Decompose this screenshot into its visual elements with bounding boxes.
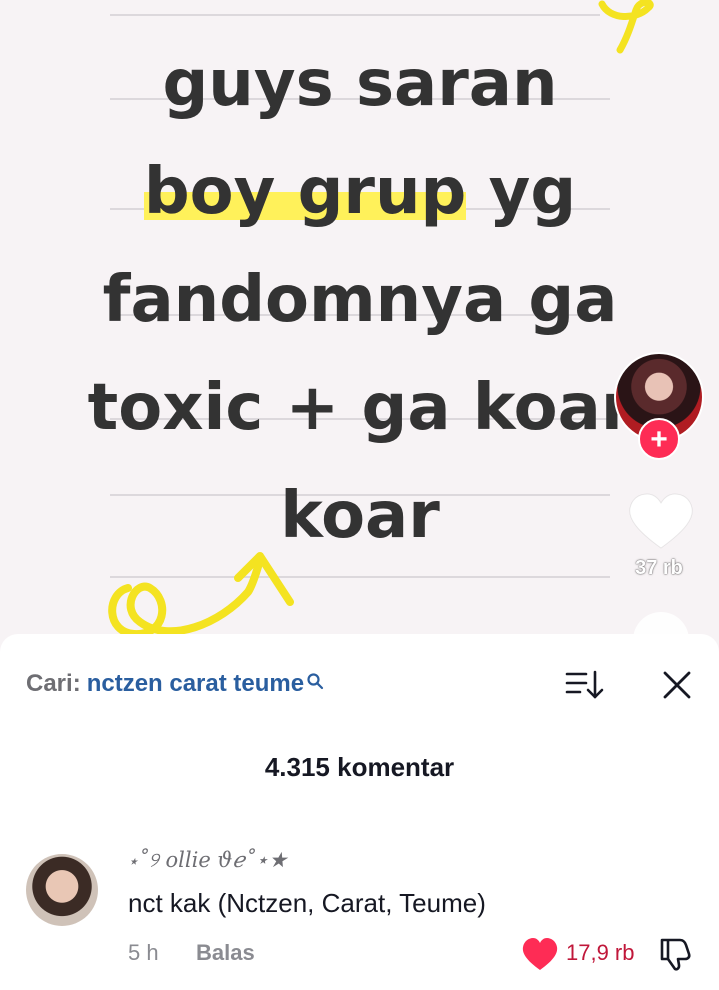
- comment-like-count: 17,9 rb: [566, 940, 635, 965]
- caption-line: boy grup yg: [60, 138, 660, 246]
- caption-line: guys saran: [162, 47, 558, 121]
- caption-highlight: boy grup: [143, 155, 467, 229]
- comment-like-heart-icon[interactable]: [520, 936, 560, 972]
- comments-sheet: Cari: nctzen carat teume 4.315 komentar ⋆…: [0, 634, 719, 990]
- like-count: 37 rb: [635, 557, 683, 579]
- comment-time: 5 h: [128, 940, 159, 965]
- commenter-username[interactable]: ⋆˚୨ ollie ϑℯ˚⋆★: [128, 848, 287, 873]
- caption-line: koar: [280, 479, 440, 553]
- search-prefix: Cari:: [26, 670, 81, 697]
- comment-text: nct kak (Nctzen, Carat, Teume): [128, 888, 486, 918]
- follow-button[interactable]: +: [638, 418, 680, 460]
- ruled-line: [110, 14, 600, 16]
- caption-line: toxic + ga koar: [87, 371, 633, 445]
- caption-text: yg: [466, 155, 577, 229]
- video-player[interactable]: guys saran boy grup yg fandomnya ga toxi…: [0, 0, 719, 660]
- commenter-avatar[interactable]: [26, 854, 98, 926]
- caption-line: fandomnya ga: [102, 263, 618, 337]
- search-icon: [307, 673, 324, 690]
- thumbs-down-icon[interactable]: [656, 934, 694, 972]
- sort-icon[interactable]: [564, 668, 604, 702]
- reply-button[interactable]: Balas: [196, 940, 255, 966]
- close-icon[interactable]: [660, 668, 694, 702]
- comment-count-title: 4.315 komentar: [264, 752, 455, 782]
- search-suggestion[interactable]: Cari: nctzen carat teume: [26, 670, 324, 698]
- creator-profile[interactable]: +: [614, 352, 704, 462]
- search-term-link[interactable]: nctzen carat teume: [87, 670, 304, 697]
- like-heart-icon[interactable]: [626, 492, 696, 552]
- comment-item: ⋆˚୨ ollie ϑℯ˚⋆★ nct kak (Nctzen, Carat, …: [0, 848, 719, 988]
- video-caption: guys saran boy grup yg fandomnya ga toxi…: [60, 30, 660, 570]
